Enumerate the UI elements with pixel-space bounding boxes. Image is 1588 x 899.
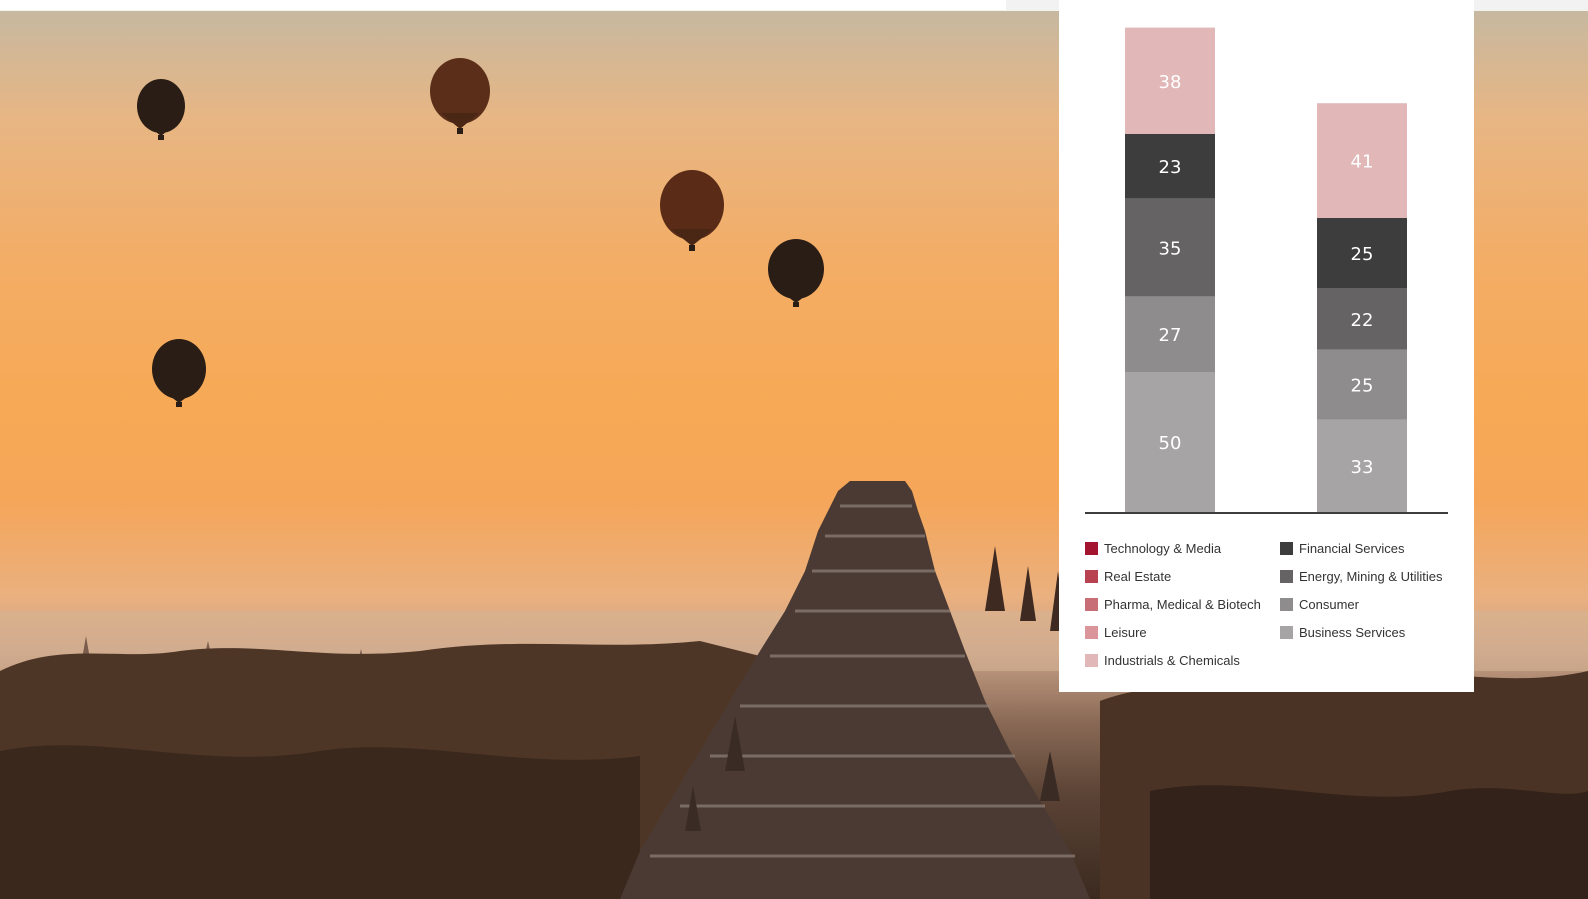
bar-value-label: 33: [1351, 457, 1374, 478]
legend-swatch: [1085, 653, 1098, 667]
balloon: [430, 58, 490, 134]
stacked-bar-chart: 50 33 27 25 35 22 23 25 38 41: [1085, 27, 1448, 514]
legend-label: Technology & Media: [1104, 540, 1222, 556]
legend-column: Financial Services Energy, Mining & Utili…: [1280, 534, 1443, 646]
legend-label: Leisure: [1104, 624, 1147, 640]
balloon: [660, 170, 724, 251]
bar-value-label: 38: [1159, 72, 1182, 93]
legend-label: Real Estate: [1104, 568, 1172, 584]
legend-swatch: [1280, 541, 1293, 555]
legend-label: Business Services: [1299, 624, 1406, 640]
balloon: [152, 339, 206, 407]
top-strip-line: [0, 0, 1006, 10]
bar-value-label: 41: [1351, 152, 1374, 173]
legend-swatch: [1085, 597, 1098, 611]
legend-item: Industrials & Chemicals: [1085, 646, 1261, 674]
balloon: [137, 79, 185, 140]
legend-swatch: [1085, 625, 1098, 639]
bar-value-label: 23: [1159, 157, 1182, 178]
legend-label: Pharma, Medical & Biotech: [1104, 596, 1261, 612]
legend-item: Business Services: [1280, 618, 1443, 646]
legend-swatch: [1280, 569, 1293, 583]
balloon: [768, 239, 824, 307]
legend-swatch: [1280, 625, 1293, 639]
legend-label: Financial Services: [1299, 540, 1405, 556]
legend-label: Energy, Mining & Utilities: [1299, 568, 1443, 584]
legend-item: Consumer: [1280, 590, 1443, 618]
legend-item: Energy, Mining & Utilities: [1280, 562, 1443, 590]
legend-item: Real Estate: [1085, 562, 1261, 590]
bar-value-label: 22: [1351, 310, 1374, 331]
legend-label: Consumer: [1299, 596, 1359, 612]
legend-swatch: [1085, 541, 1098, 555]
legend-swatch: [1280, 597, 1293, 611]
bar-value-label: 50: [1159, 433, 1182, 454]
legend-item: Pharma, Medical & Biotech: [1085, 590, 1261, 618]
legend-column: Technology & Media Real Estate Pharma, Med…: [1085, 534, 1261, 674]
legend-item: Financial Services: [1280, 534, 1443, 562]
chart-card: 50 33 27 25 35 22 23 25 38 41 Technology & Media R…: [1059, 0, 1474, 692]
legend-item: Leisure: [1085, 618, 1261, 646]
bar-value-label: 27: [1159, 325, 1182, 346]
bar-value-label: 25: [1351, 376, 1374, 397]
legend-item: Technology & Media: [1085, 534, 1261, 562]
bar-value-label: 25: [1351, 244, 1374, 265]
legend-label: Industrials & Chemicals: [1104, 652, 1240, 668]
legend-swatch: [1085, 569, 1098, 583]
bar-value-label: 35: [1159, 238, 1182, 259]
